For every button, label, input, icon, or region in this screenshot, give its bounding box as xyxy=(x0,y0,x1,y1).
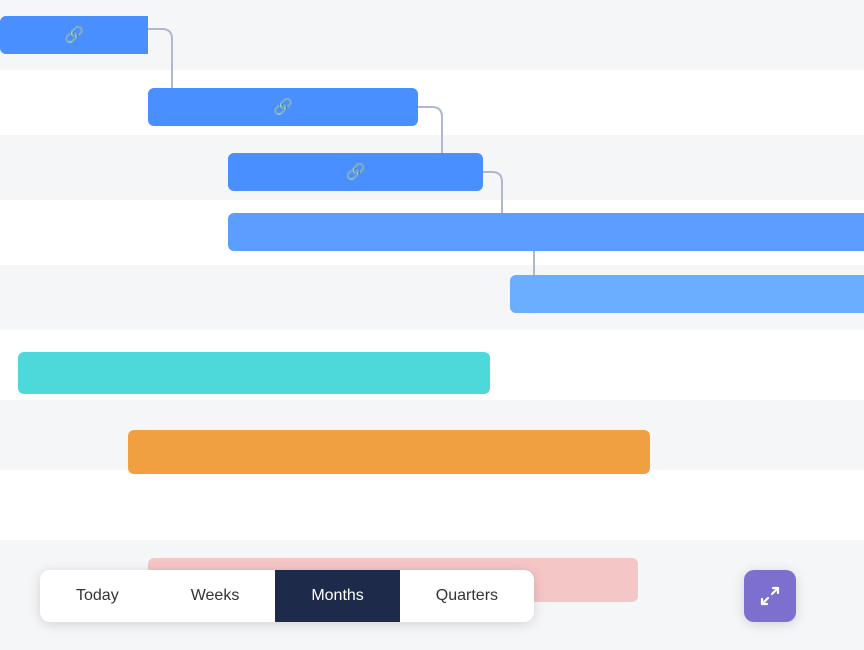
tab-weeks[interactable]: Weeks xyxy=(155,570,276,622)
gantt-bar-2[interactable]: 🔗 xyxy=(148,88,418,126)
link-icon-1: 🔗 xyxy=(64,25,84,45)
gantt-chart: 🔗 🔗 🔗 Today Weeks Months Quarters xyxy=(0,0,864,650)
gantt-bar-3[interactable]: 🔗 xyxy=(228,153,483,191)
gantt-bar-5[interactable] xyxy=(510,275,864,313)
row-2 xyxy=(0,70,864,135)
tab-months[interactable]: Months xyxy=(275,570,399,622)
gantt-bar-4[interactable] xyxy=(228,213,864,251)
link-icon-3: 🔗 xyxy=(346,162,366,182)
gantt-bar-6[interactable] xyxy=(18,352,490,394)
expand-button[interactable] xyxy=(744,570,796,622)
expand-icon xyxy=(759,585,781,607)
tab-today[interactable]: Today xyxy=(40,570,155,622)
link-icon-2: 🔗 xyxy=(273,97,293,117)
gantt-bar-7[interactable] xyxy=(128,430,650,474)
view-toolbar: Today Weeks Months Quarters xyxy=(40,570,534,622)
row-8 xyxy=(0,470,864,540)
tab-quarters[interactable]: Quarters xyxy=(400,570,534,622)
gantt-bar-1[interactable]: 🔗 xyxy=(0,16,148,54)
